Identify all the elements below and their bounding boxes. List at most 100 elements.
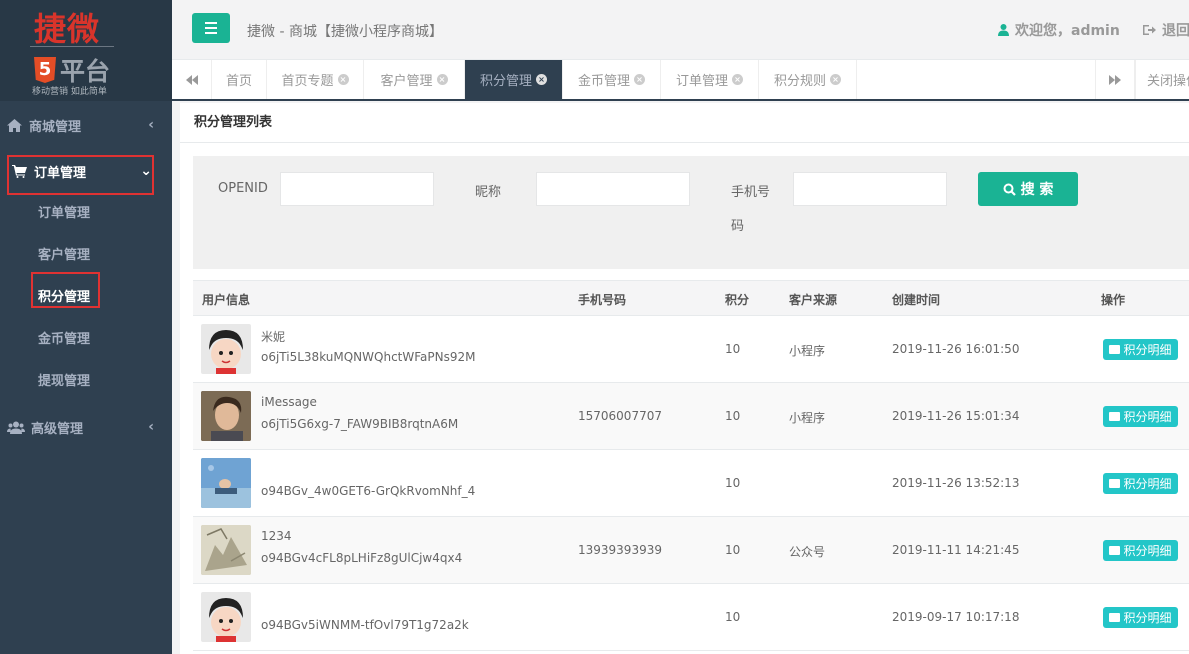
sign-out-icon (1143, 25, 1156, 35)
menu-toggle-button[interactable] (192, 13, 230, 43)
highlight-box (31, 272, 100, 308)
briefcase-icon (1109, 345, 1121, 354)
tab-coins[interactable]: 金币管理 × (563, 60, 661, 99)
home-icon (7, 118, 29, 132)
cell-source: 小程序 (789, 344, 826, 358)
tab-home[interactable]: 首页 (212, 60, 267, 99)
top-bar: 捷微 - 商城【捷微小程序商城】 欢迎您，admin 退回 (172, 0, 1189, 60)
search-button[interactable]: 搜 索 (978, 172, 1078, 206)
filter-form: OPENID 昵称 手机号 码 搜 索 (193, 156, 1189, 269)
sidebar-group-mall[interactable]: 商城管理 ‹ (0, 105, 172, 145)
main-content: 积分管理列表 OPENID 昵称 手机号 码 搜 索 用户信息 手机号码 积分 … (180, 103, 1189, 654)
forward-icon (1109, 74, 1121, 85)
user-nickname: 1234 (261, 529, 292, 543)
chevron-left-icon: ‹ (148, 419, 154, 435)
points-detail-button[interactable]: 积分明细 (1103, 406, 1178, 427)
close-icon[interactable]: × (830, 74, 841, 85)
tabs-scroll-right-button[interactable] (1095, 60, 1135, 99)
sidebar-item-customers[interactable]: 客户管理 (38, 244, 90, 263)
logo-platform: 平台 (60, 57, 111, 86)
cell-points: 10 (725, 543, 741, 557)
header-user: 用户信息 (202, 293, 251, 307)
chevron-left-icon: ‹ (148, 117, 154, 133)
briefcase-icon (1109, 412, 1121, 421)
logo: 捷微 5 平台 移动营销 如此简单 (0, 0, 172, 101)
html5-icon: 5 (34, 57, 56, 83)
avatar (201, 525, 251, 575)
tab-orders[interactable]: 订单管理 × (661, 60, 759, 99)
user-openid: o94BGv_4w0GET6-GrQkRvomNhf_4 (261, 484, 476, 498)
user-nickname: 米妮 (261, 330, 286, 344)
logout-label: 退回 (1162, 23, 1189, 39)
logout-button[interactable]: 退回 (1143, 20, 1189, 40)
cell-points: 10 (725, 342, 741, 356)
cell-phone: 15706007707 (578, 409, 662, 423)
tab-label: 积分规则 (773, 74, 826, 89)
tab-label: 首页专题 (281, 74, 334, 89)
button-label: 积分明细 (1123, 343, 1172, 357)
tabs-scroll-left-button[interactable] (172, 60, 212, 99)
sidebar-item-coins[interactable]: 金币管理 (38, 328, 90, 347)
header-source: 客户来源 (789, 293, 838, 307)
header-phone: 手机号码 (578, 293, 627, 307)
tab-label: 首页 (225, 74, 252, 89)
nickname-input[interactable] (536, 172, 690, 206)
close-icon[interactable]: × (634, 74, 645, 85)
briefcase-icon (1109, 479, 1121, 488)
points-detail-button[interactable]: 积分明细 (1103, 540, 1178, 561)
points-detail-button[interactable]: 积分明细 (1103, 607, 1178, 628)
logo-brand: 捷微 (34, 10, 101, 48)
close-icon[interactable]: × (436, 74, 448, 85)
openid-input[interactable] (280, 172, 434, 206)
welcome-user[interactable]: 欢迎您，admin (998, 20, 1120, 40)
avatar (201, 592, 251, 642)
table-row: 米妮 o6jTi5L38kuMQNWQhctWFaPNs92M 10 小程序 2… (193, 316, 1189, 383)
sidebar-item-orders[interactable]: 订单管理 (38, 202, 90, 221)
tab-home-topics[interactable]: 首页专题 × (267, 60, 364, 99)
sidebar: 捷微 5 平台 移动营销 如此简单 商城管理 ‹ 订单管理 ⌄ 订单管理 客户管… (0, 0, 172, 654)
backward-icon (185, 74, 198, 85)
close-operations-button[interactable]: 关闭操作 (1135, 60, 1189, 99)
close-icon[interactable]: × (337, 74, 349, 85)
button-label: 积分明细 (1123, 410, 1172, 424)
search-label: 搜 索 (1020, 182, 1054, 198)
user-openid: o6jTi5L38kuMQNWQhctWFaPNs92M (261, 350, 476, 364)
points-detail-button[interactable]: 积分明细 (1103, 473, 1178, 494)
openid-label: OPENID (218, 181, 268, 196)
sidebar-group-label: 高级管理 (31, 421, 84, 437)
phone-input[interactable] (793, 172, 947, 206)
cell-created: 2019-09-17 10:17:18 (892, 610, 1020, 624)
header-ops: 操作 (1101, 293, 1126, 307)
sidebar-group-advanced[interactable]: 高级管理 ‹ (0, 407, 172, 447)
button-label: 积分明细 (1123, 477, 1172, 491)
avatar (201, 458, 251, 508)
briefcase-icon (1109, 613, 1121, 622)
users-icon (7, 421, 29, 434)
search-icon (1003, 183, 1016, 196)
header-points: 积分 (725, 293, 750, 307)
avatar (201, 391, 251, 441)
points-table: 用户信息 手机号码 积分 客户来源 创建时间 操作 米妮 o6jTi5L38ku… (193, 280, 1189, 651)
tab-customers[interactable]: 客户管理 × (364, 60, 465, 99)
sidebar-item-withdraw[interactable]: 提现管理 (38, 370, 90, 389)
panel-title: 积分管理列表 (180, 103, 1189, 143)
cell-created: 2019-11-26 16:01:50 (892, 342, 1020, 356)
cell-created: 2019-11-26 15:01:34 (892, 409, 1020, 423)
phone-label: 手机号 (731, 185, 771, 200)
cell-points: 10 (725, 476, 741, 490)
breadcrumb: 捷微 - 商城【捷微小程序商城】 (247, 24, 443, 40)
user-openid: o94BGv5iWNMM-tfOvl79T1g72a2k (261, 618, 469, 632)
table-header: 用户信息 手机号码 积分 客户来源 创建时间 操作 (193, 281, 1189, 316)
tab-label: 客户管理 (380, 74, 433, 89)
cell-source: 公众号 (789, 545, 826, 559)
tab-points[interactable]: 积分管理 × (465, 60, 563, 99)
tab-points-rules[interactable]: 积分规则 × (759, 60, 857, 99)
briefcase-icon (1109, 546, 1121, 555)
points-detail-button[interactable]: 积分明细 (1103, 339, 1178, 360)
close-icon[interactable]: × (732, 74, 743, 85)
close-icon[interactable]: × (536, 74, 547, 85)
tab-label: 积分管理 (479, 74, 532, 89)
phone-label-wrap: 码 (731, 219, 745, 234)
tab-label: 订单管理 (675, 74, 728, 89)
table-row: 1234 o94BGv4cFL8pLHiFz8gUlCjw4qx4 139393… (193, 517, 1189, 584)
